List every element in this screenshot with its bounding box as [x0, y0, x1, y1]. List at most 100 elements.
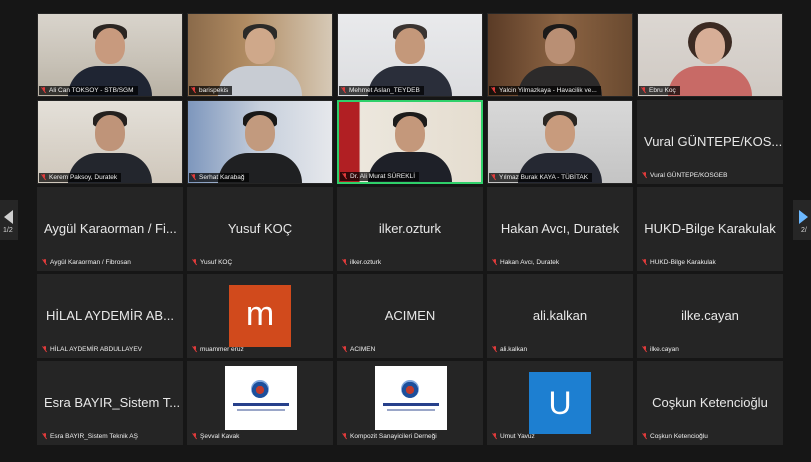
mic-muted-icon [343, 259, 347, 265]
participant-tile-video-active-speaker[interactable]: Dr. Ali Murat SÜREKLİ [337, 100, 483, 184]
mic-muted-icon [192, 87, 196, 93]
organization-logo-image [375, 366, 447, 430]
participant-tile-name[interactable]: ilker.ozturk ilker.ozturk [337, 187, 483, 271]
participant-tile-video[interactable]: Serhat Karabağ [187, 100, 333, 184]
chevron-right-icon [799, 210, 808, 224]
participant-name-label: Kompozit Sanayicileri Derneği [340, 432, 441, 441]
participant-name-label: HİLAL AYDEMİR ABDULLAYEV [40, 345, 146, 354]
participant-name-label: Umut Yavuz [490, 432, 539, 441]
participant-name-label: Coşkun Ketencioğlu [640, 432, 712, 441]
participant-display-name: Coşkun Ketencioğlu [652, 395, 768, 410]
participant-display-name: HUKD-Bilge Karakulak [644, 221, 776, 236]
participant-name-label: Ebru Koç [639, 86, 680, 95]
participant-display-name: Hakan Avcı, Duratek [500, 221, 620, 236]
participant-display-name: Aygül Karaorman / Fi... [44, 221, 177, 236]
participant-tile-name[interactable]: Hakan Avcı, Duratek Hakan Avcı, Duratek [487, 187, 633, 271]
mic-muted-icon [492, 174, 496, 180]
participant-display-name: Esra BAYIR_Sistem T... [44, 395, 181, 410]
participant-tile-name[interactable]: Coşkun Ketencioğlu Coşkun Ketencioğlu [637, 361, 783, 445]
participant-tile-video[interactable]: barispekis [187, 13, 333, 97]
participant-display-name: Yusuf KOÇ [227, 221, 293, 236]
participant-video [339, 102, 481, 182]
participant-display-name: ilke.cayan [681, 308, 739, 323]
mic-muted-icon [42, 87, 46, 93]
participant-name-label: ilke.cayan [640, 345, 683, 354]
logo-emblem-icon [401, 380, 419, 398]
participant-tile-logo[interactable]: Kompozit Sanayicileri Derneği [337, 361, 483, 445]
participant-tile-name[interactable]: Yusuf KOÇ Yusuf KOÇ [187, 187, 333, 271]
participant-video [338, 14, 482, 96]
participant-display-name: ilker.ozturk [378, 221, 442, 236]
participant-tile-video[interactable]: Mehmet Aslan_TEYDEB [337, 13, 483, 97]
participant-tile-name[interactable]: HUKD-Bilge Karakulak HUKD-Bilge Karakula… [637, 187, 783, 271]
mic-muted-icon [642, 87, 646, 93]
participant-display-name: ali.kalkan [532, 308, 588, 323]
participant-name-label: Dr. Ali Murat SÜREKLİ [340, 172, 420, 181]
previous-page-button[interactable]: 1/2 [0, 200, 18, 240]
participant-name-label: Serhat Karabağ [189, 173, 249, 182]
participant-video [38, 101, 182, 183]
participant-video [188, 101, 332, 183]
mic-muted-icon [43, 259, 47, 265]
mic-muted-icon [643, 433, 647, 439]
participant-tile-name[interactable]: ilke.cayan ilke.cayan [637, 274, 783, 358]
participant-tile-video[interactable]: Yılmaz Burak KAYA - TÜBİTAK [487, 100, 633, 184]
participant-video [488, 14, 632, 96]
chevron-left-icon [4, 210, 13, 224]
participant-name-label: Yalcin Yilmazkaya - Havacilik ve... [489, 86, 601, 95]
mic-muted-icon [493, 433, 497, 439]
mic-muted-icon [493, 259, 497, 265]
participant-name-label: Yusuf KOÇ [190, 258, 236, 267]
mic-muted-icon [193, 433, 197, 439]
participant-gallery: Ali Can TOKSOY - STB/SGM barispekis Mehm… [37, 13, 783, 445]
participant-name-label: barispekis [189, 86, 233, 95]
participant-tile-name[interactable]: Esra BAYIR_Sistem T... Esra BAYIR_Sistem… [37, 361, 183, 445]
participant-tile-avatar[interactable]: m muammer eruz [187, 274, 333, 358]
participant-video [638, 14, 782, 96]
participant-tile-video[interactable]: Ebru Koç [637, 13, 783, 97]
participant-display-name: HİLAL AYDEMİR AB... [46, 308, 174, 323]
participant-name-label: HUKD-Bilge Karakulak [640, 258, 720, 267]
participant-tile-name[interactable]: Vural GÜNTEPE/KOS... Vural GÜNTEPE/KOSGE… [637, 100, 783, 184]
mic-muted-icon [42, 174, 46, 180]
participant-tile-logo[interactable]: Şevval Kavak [187, 361, 333, 445]
participant-tile-avatar[interactable]: U Umut Yavuz [487, 361, 633, 445]
participant-video [488, 101, 632, 183]
mic-muted-icon [43, 433, 47, 439]
participant-tile-video[interactable]: Kerem Paksoy, Duratek [37, 100, 183, 184]
participant-name-label: Kerem Paksoy, Duratek [39, 173, 122, 182]
organization-logo-image [225, 366, 297, 430]
mic-muted-icon [493, 346, 497, 352]
participant-tile-name[interactable]: ACIMEN ACIMEN [337, 274, 483, 358]
mic-muted-icon [342, 87, 346, 93]
participant-video [188, 14, 332, 96]
participant-tile-video[interactable]: Yalcin Yilmazkaya - Havacilik ve... [487, 13, 633, 97]
mic-muted-icon [643, 259, 647, 265]
participant-name-label: Hakan Avcı, Duratek [490, 258, 563, 267]
logo-emblem-icon [251, 380, 269, 398]
participant-name-label: Mehmet Aslan_TEYDEB [339, 86, 424, 95]
mic-muted-icon [43, 346, 47, 352]
mic-muted-icon [343, 346, 347, 352]
next-page-button[interactable]: 2/ [793, 200, 811, 240]
participant-tile-video[interactable]: Ali Can TOKSOY - STB/SGM [37, 13, 183, 97]
participant-name-label: ACIMEN [340, 345, 379, 354]
page-indicator: 2/ [801, 227, 807, 234]
mic-muted-icon [343, 173, 347, 179]
mic-muted-icon [193, 346, 197, 352]
participant-name-label: Ali Can TOKSOY - STB/SGM [39, 86, 138, 95]
participant-name-label: Esra BAYIR_Sistem Teknik AŞ [40, 432, 142, 441]
participant-name-label: ilker.ozturk [340, 258, 385, 267]
participant-name-label: Aygül Karaorman / Fibrosan [40, 258, 135, 267]
participant-tile-name[interactable]: HİLAL AYDEMİR AB... HİLAL AYDEMİR ABDULL… [37, 274, 183, 358]
participant-tile-name[interactable]: Aygül Karaorman / Fi... Aygül Karaorman … [37, 187, 183, 271]
participant-name-label: Yılmaz Burak KAYA - TÜBİTAK [489, 173, 593, 182]
participant-name-label: Vural GÜNTEPE/KOSGEB [640, 171, 731, 180]
mic-muted-icon [192, 174, 196, 180]
page-indicator: 1/2 [3, 227, 13, 234]
participant-name-label: Şevval Kavak [190, 432, 243, 441]
participant-tile-name[interactable]: ali.kalkan ali.kalkan [487, 274, 633, 358]
participant-display-name: Vural GÜNTEPE/KOS... [644, 134, 782, 149]
participant-name-label: ali.kalkan [490, 345, 531, 354]
participant-name-label: muammer eruz [190, 345, 248, 354]
